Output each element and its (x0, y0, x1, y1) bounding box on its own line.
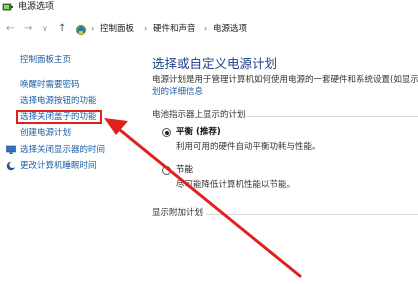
display-icon (6, 145, 16, 154)
power-options-icon (2, 3, 13, 11)
sidebar-item-sleep-time[interactable]: 更改计算机睡眠时间 (20, 161, 97, 172)
section-divider (246, 116, 418, 117)
annotation-highlight-box (16, 110, 102, 124)
plan-power-saver-desc: 尽可能降低计算机性能以节能。 (176, 180, 296, 190)
battery-section-label: 电池指示器上显示的计划 (152, 110, 246, 120)
page-heading: 选择或自定义电源计划 (152, 56, 278, 71)
window-title: 电源选项 (18, 2, 55, 12)
back-button[interactable]: ← (6, 22, 14, 36)
sidebar-item-display-timeout[interactable]: 选择关闭显示器的时间 (20, 145, 105, 156)
plan-balanced-desc: 利用可用的硬件自动平衡功耗与性能。 (176, 142, 321, 152)
plan-details-link[interactable]: 划的详细信息 (152, 87, 203, 98)
sidebar-item-power-button[interactable]: 选择电源按钮的功能 (20, 96, 97, 107)
recent-locations-button[interactable]: ∨ (42, 22, 48, 36)
plan-power-saver-radio[interactable] (162, 166, 171, 175)
breadcrumb-control-panel[interactable]: 控制面板 (100, 23, 134, 35)
control-panel-icon (76, 25, 86, 35)
title-bar: 电源选项 (0, 0, 418, 16)
plan-power-saver-name[interactable]: 节能 (176, 165, 193, 176)
sidebar-item-require-password[interactable]: 唤醒时需要密码 (20, 80, 80, 91)
breadcrumb-separator: › (204, 24, 208, 33)
breadcrumb-separator: › (91, 24, 95, 33)
address-bar: ← → ∨ ↑ › 控制面板 › 硬件和声音 › 电源选项 (0, 19, 418, 41)
sidebar-control-panel-home[interactable]: 控制面板主页 (20, 55, 71, 66)
plan-balanced-radio[interactable] (162, 128, 171, 137)
breadcrumb-separator: › (144, 24, 148, 33)
section-divider (206, 214, 418, 215)
breadcrumb-power-options[interactable]: 电源选项 (213, 23, 247, 35)
moon-sleep-icon (6, 161, 16, 171)
sidebar-item-create-plan[interactable]: 创建电源计划 (20, 128, 71, 139)
page-description: 电源计划是用于管理计算机如何使用电源的一套硬件和系统设置(如显示器 (152, 75, 418, 85)
up-button[interactable]: ↑ (58, 22, 66, 36)
forward-button[interactable]: → (24, 22, 32, 36)
breadcrumb-hardware-sound[interactable]: 硬件和声音 (153, 23, 196, 35)
plan-balanced-name[interactable]: 平衡 (推荐) (176, 127, 221, 138)
additional-plans-label[interactable]: 显示附加计划 (152, 208, 203, 219)
